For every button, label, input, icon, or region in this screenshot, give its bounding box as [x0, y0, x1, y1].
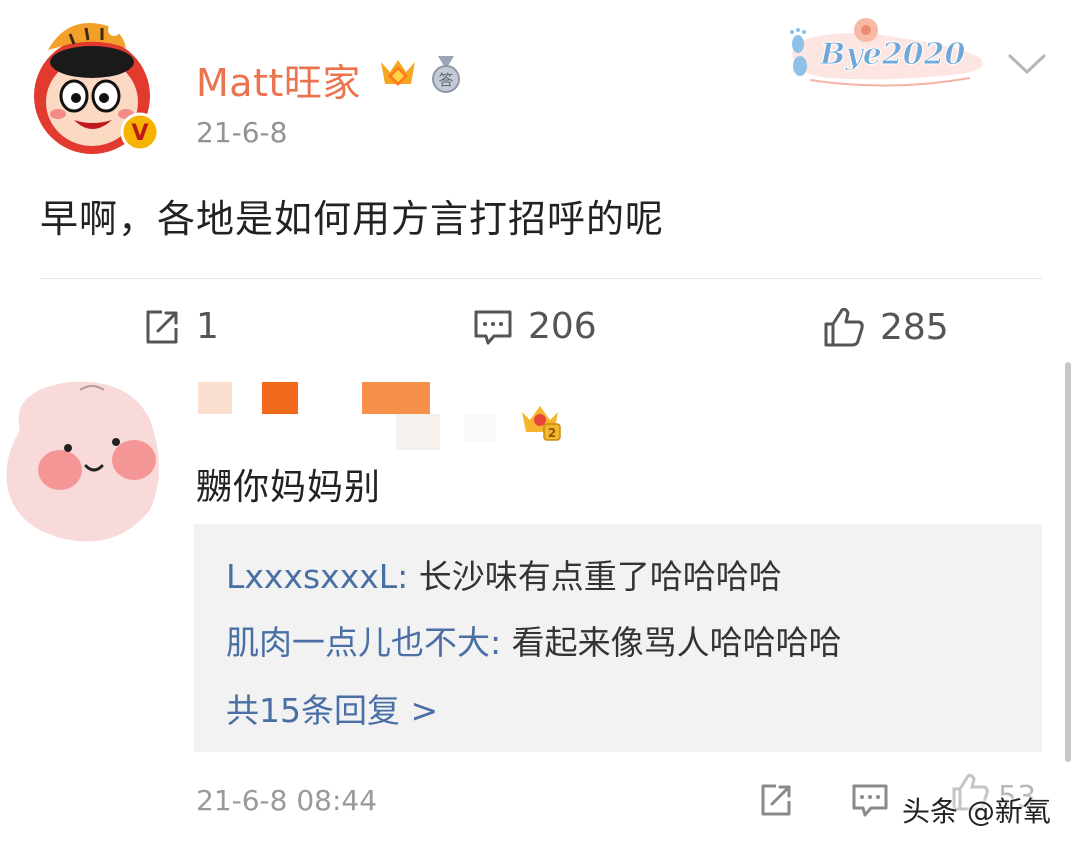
- more-replies-link[interactable]: 共15条回复 >: [226, 684, 438, 732]
- blur-block: [262, 382, 298, 414]
- commenter-avatar[interactable]: [0, 370, 170, 560]
- blur-block: [362, 382, 430, 414]
- author-name[interactable]: Matt旺家: [196, 52, 361, 107]
- blur-block: [396, 414, 440, 450]
- reply-author[interactable]: LxxxsxxxL: [226, 557, 397, 596]
- reply-separator: :: [397, 557, 419, 596]
- post-header: V Matt旺家 答 21-6-8 Bye2020: [0, 0, 1080, 170]
- like-count: 285: [880, 306, 949, 348]
- svg-text:2: 2: [548, 426, 556, 440]
- comment-repost-icon[interactable]: [756, 780, 796, 820]
- like-button[interactable]: 285: [822, 306, 949, 348]
- repost-icon: [146, 310, 178, 343]
- comment-button[interactable]: 206: [472, 306, 597, 347]
- comment-reply-icon[interactable]: [850, 780, 890, 820]
- post-divider: [40, 278, 1042, 279]
- scrollbar[interactable]: [1065, 362, 1071, 762]
- comment-count: 206: [528, 306, 597, 347]
- thumbs-up-icon: [824, 307, 864, 347]
- comment-icon: [474, 310, 512, 344]
- svg-text:答: 答: [438, 71, 453, 89]
- blur-block: [464, 414, 496, 442]
- medal-badge-icon: 答: [432, 56, 460, 93]
- watermark: 头条 @新氧: [902, 795, 1051, 828]
- post-date: 21-6-8: [196, 116, 288, 149]
- blur-block: [198, 382, 232, 414]
- svg-text:V: V: [131, 121, 148, 146]
- comment-text: 嬲你妈妈别: [196, 467, 382, 508]
- bye2020-sticker: Bye2020: [790, 18, 983, 87]
- post-text: 早啊，各地是如何用方言打招呼的呢: [40, 197, 665, 241]
- comment-item: 2 嬲你妈妈别 LxxxsxxxL: 长沙味有点重了哈哈哈哈 肌肉一点儿也不大:…: [0, 370, 1080, 849]
- repost-count: 1: [196, 306, 219, 347]
- reply-item: LxxxsxxxL: 长沙味有点重了哈哈哈哈: [226, 550, 782, 598]
- vip-badge-icon: [381, 60, 415, 86]
- repost-button[interactable]: 1: [142, 306, 219, 347]
- reply-text: 长沙味有点重了哈哈哈哈: [418, 557, 782, 596]
- sticker-text: Bye2020: [819, 37, 965, 72]
- post-action-bar: 1 206 285: [0, 296, 1080, 360]
- reply-item: 肌肉一点儿也不大: 看起来像骂人哈哈哈哈: [226, 616, 842, 664]
- chevron-down-icon[interactable]: [1004, 48, 1050, 78]
- reply-author[interactable]: 肌肉一点儿也不大: [226, 623, 490, 662]
- reply-separator: :: [490, 623, 512, 662]
- reply-text: 看起来像骂人哈哈哈哈: [511, 623, 842, 662]
- comment-time: 21-6-8 08:44: [196, 784, 378, 817]
- reply-box[interactable]: LxxxsxxxL: 长沙味有点重了哈哈哈哈 肌肉一点儿也不大: 看起来像骂人哈…: [194, 524, 1042, 752]
- crown-badge-icon: 2: [522, 406, 561, 441]
- author-avatar[interactable]: V: [30, 14, 160, 156]
